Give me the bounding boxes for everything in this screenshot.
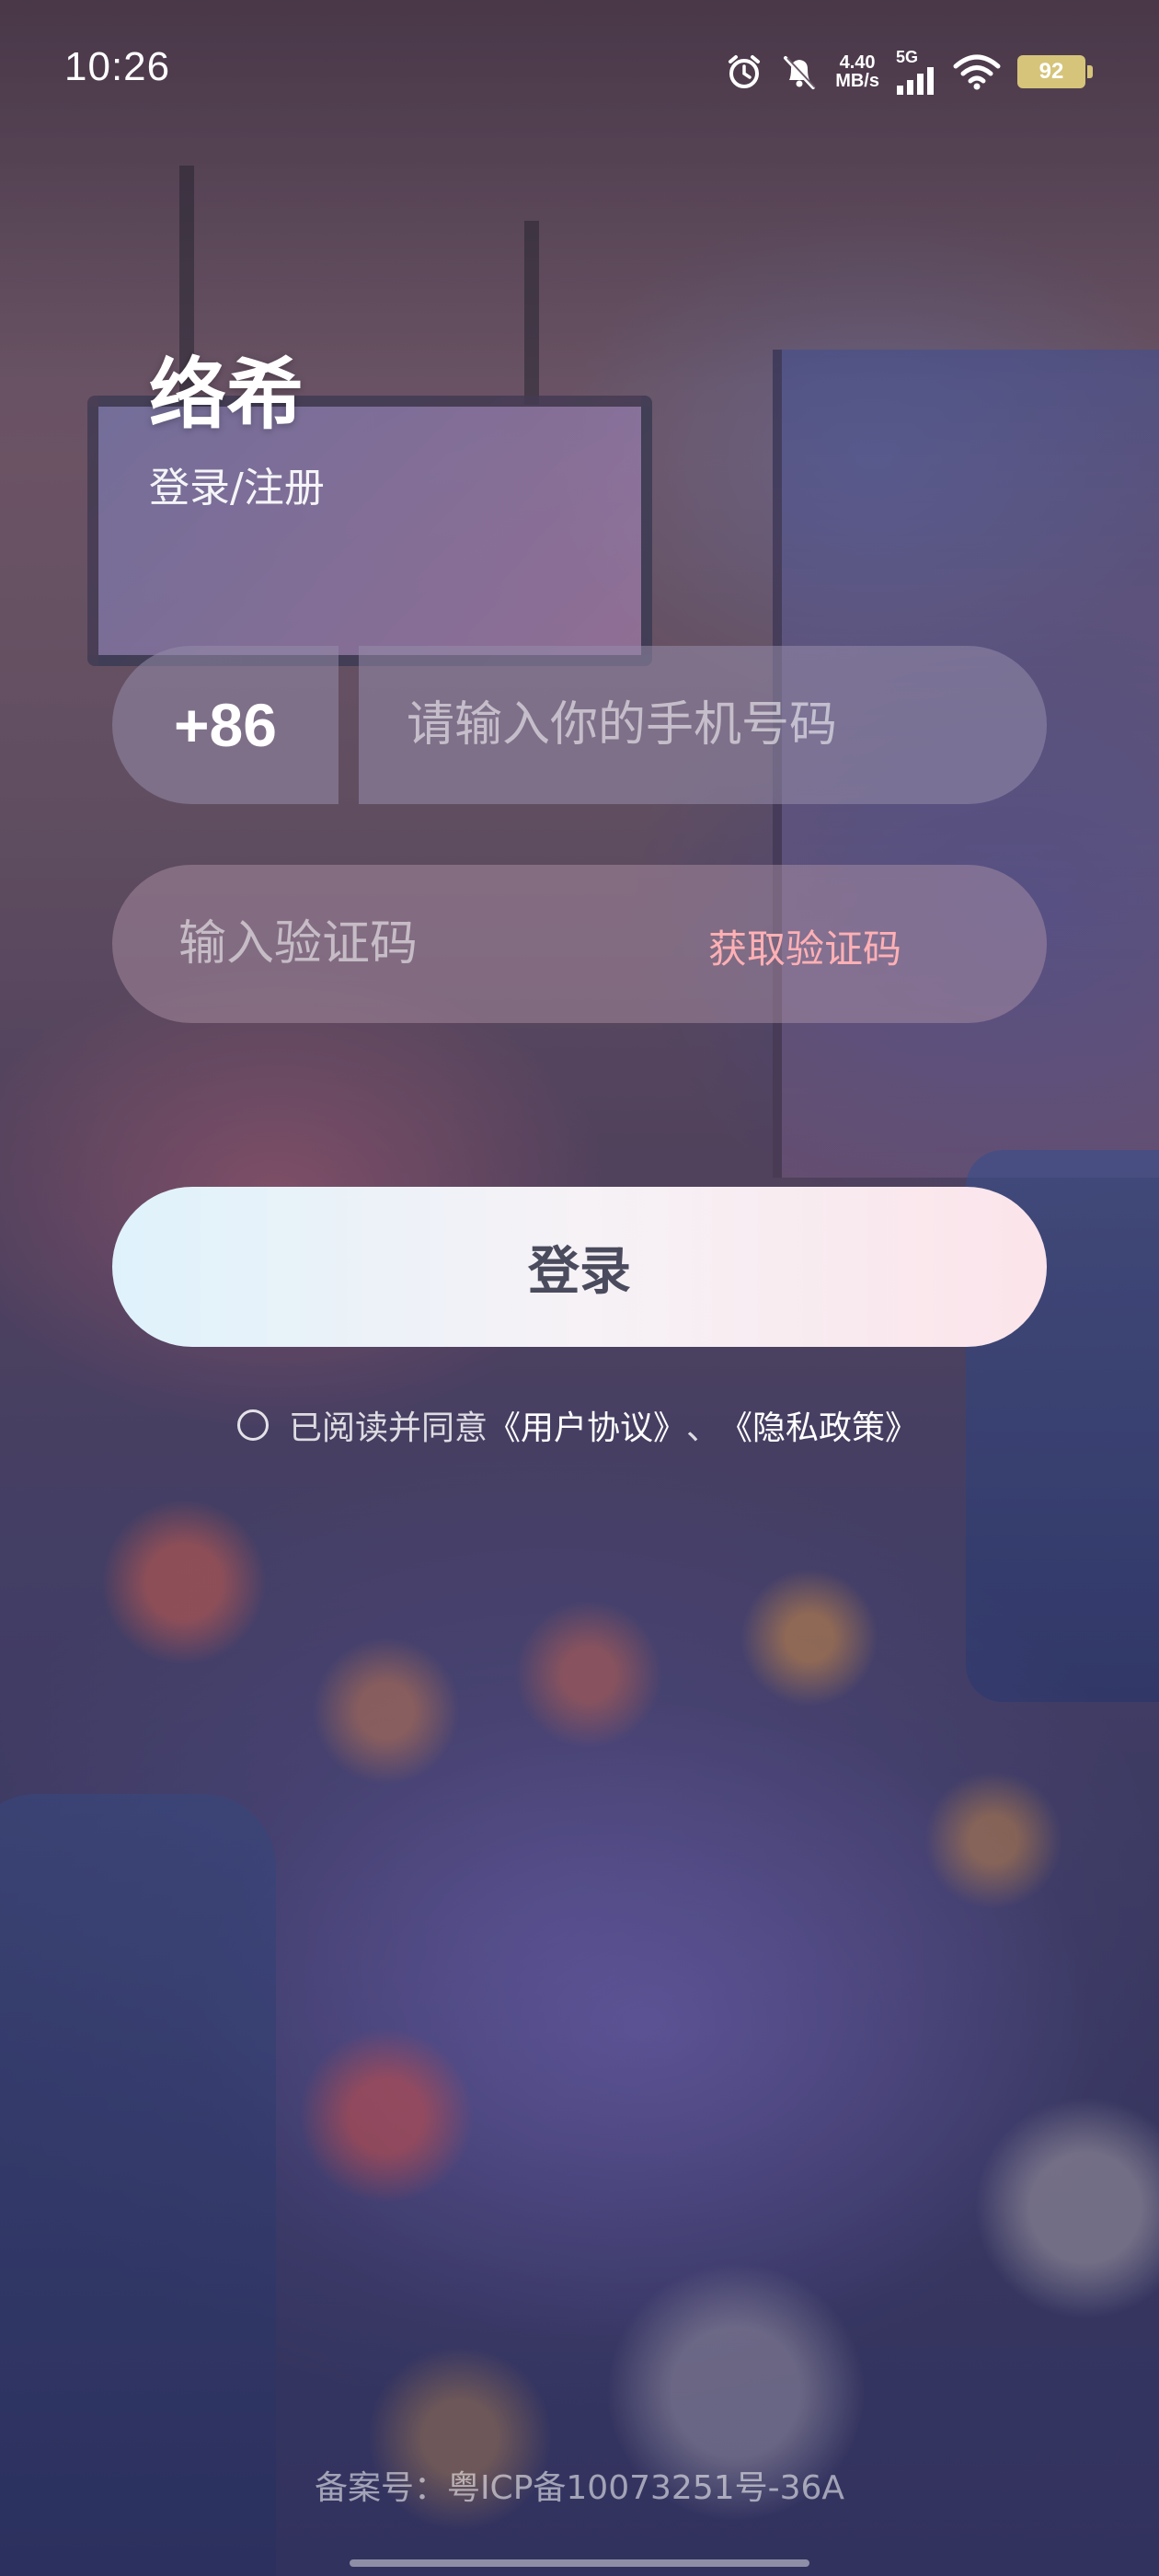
home-indicator[interactable]	[350, 2559, 809, 2567]
status-icons: 4.40 MB/s 5G 92	[725, 48, 1093, 95]
verification-code-input[interactable]	[112, 865, 683, 1023]
status-time: 10:26	[64, 44, 171, 89]
app-title: 络希	[149, 349, 304, 440]
phone-row: +86	[112, 646, 1047, 804]
battery-icon: 92	[1017, 54, 1093, 88]
agreement-separator: 、	[686, 1409, 720, 1447]
agreement-checkbox[interactable]	[237, 1409, 269, 1441]
network-speed-value: 4.40	[839, 52, 876, 73]
background-pole	[524, 221, 539, 405]
status-bar: 10:26 4.40 MB/s 5G 92	[0, 0, 1159, 138]
network-speed-unit: MB/s	[835, 70, 879, 91]
privacy-policy-link[interactable]: 《隐私政策》	[719, 1401, 918, 1449]
login-button[interactable]: 登录	[112, 1187, 1047, 1347]
background-seat	[0, 1794, 276, 2576]
icp-record: 备案号：粤ICP备10073251号-36A	[314, 2469, 845, 2507]
battery-level: 92	[1039, 58, 1064, 84]
wifi-icon	[953, 53, 1001, 90]
login-screen: 10:26 4.40 MB/s 5G 92 络希 登录/注册 +86 请输入你的…	[0, 0, 1159, 2576]
agreement-prefix: 已阅读并同意	[289, 1409, 488, 1447]
mute-icon	[780, 52, 819, 91]
agreement-row: 已阅读并同意 《用户协议》 、 《隐私政策》	[237, 1401, 918, 1449]
phone-number-input[interactable]	[359, 646, 1047, 804]
user-agreement-link[interactable]: 《用户协议》	[488, 1401, 686, 1449]
page-subtitle: 登录/注册	[149, 465, 325, 512]
signal-icon: 5G	[896, 48, 936, 95]
network-speed: 4.40 MB/s	[835, 53, 879, 90]
alarm-icon	[725, 52, 763, 91]
network-type: 5G	[896, 48, 919, 66]
get-code-button[interactable]: 获取验证码	[708, 918, 901, 974]
verification-code-row: 获取验证码	[112, 865, 1047, 1023]
country-code-selector[interactable]: +86	[112, 646, 339, 804]
